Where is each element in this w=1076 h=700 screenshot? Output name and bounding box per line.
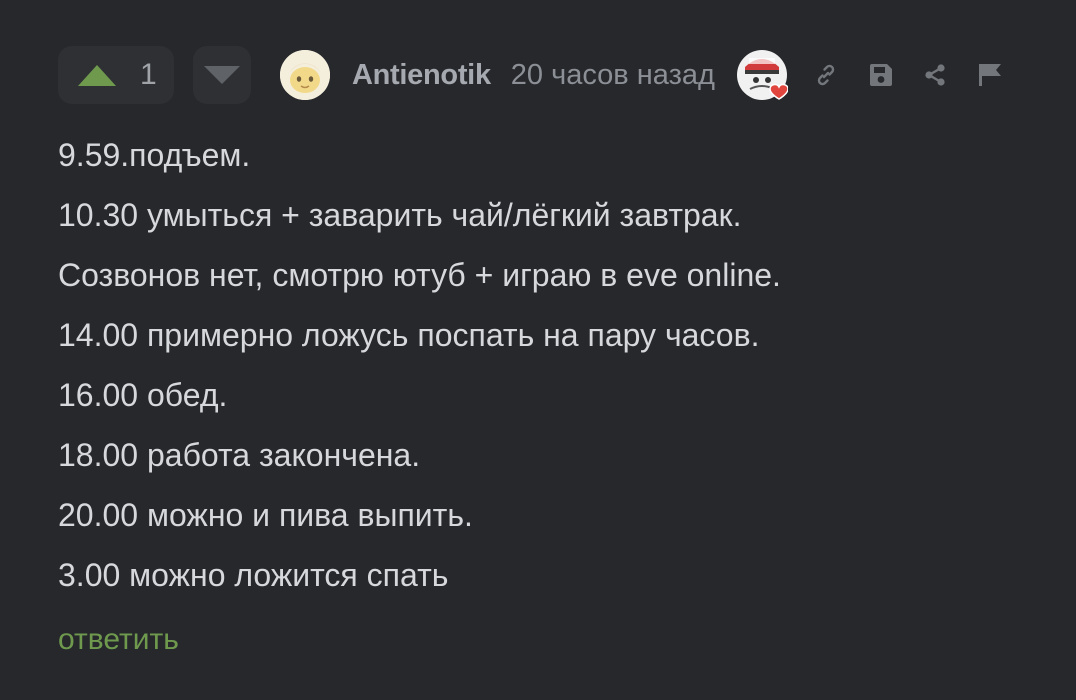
comment-line: 16.00 обед. bbox=[58, 377, 228, 413]
comment-line: 9.59.подъем. bbox=[58, 137, 251, 173]
downvote-button[interactable] bbox=[193, 46, 251, 104]
comment-header: 1 Antienotik 20 часов назад bbox=[58, 45, 1005, 105]
share-icon bbox=[925, 64, 945, 86]
user-badge-icon[interactable] bbox=[736, 49, 789, 101]
avatar[interactable] bbox=[280, 50, 330, 100]
author-name[interactable]: Antienotik bbox=[352, 59, 491, 92]
arrow-down-icon bbox=[204, 66, 240, 84]
comment-line: Созвонов нет, смотрю ютуб + играю в eve … bbox=[58, 257, 781, 293]
comment-line: 14.00 примерно ложусь поспать на пару ча… bbox=[58, 317, 760, 353]
save-button[interactable] bbox=[866, 60, 896, 90]
reply-link[interactable]: ответить bbox=[58, 612, 179, 668]
comment: 1 Antienotik 20 часов назад 9.59.подъем.… bbox=[0, 0, 1076, 700]
comment-time[interactable]: 20 часов назад bbox=[511, 59, 715, 92]
arrow-up-icon bbox=[78, 64, 116, 86]
save-icon bbox=[869, 64, 892, 86]
avatar-image bbox=[280, 50, 330, 100]
report-button[interactable] bbox=[975, 60, 1005, 90]
upvote-button[interactable]: 1 bbox=[58, 46, 174, 104]
comment-line: 20.00 можно и пива выпить. bbox=[58, 497, 473, 533]
comment-line: 3.00 можно ложится спать bbox=[58, 557, 449, 593]
comment-line: 10.30 умыться + заварить чай/лёгкий завт… bbox=[58, 197, 742, 233]
vote-count: 1 bbox=[140, 58, 157, 91]
link-icon bbox=[817, 64, 835, 86]
comment-line: 18.00 работа закончена. bbox=[58, 437, 421, 473]
comment-body: 9.59.подъем. 10.30 умыться + заварить ча… bbox=[58, 125, 781, 605]
flag-icon bbox=[978, 64, 1001, 86]
link-button[interactable] bbox=[811, 60, 841, 90]
share-button[interactable] bbox=[920, 60, 950, 90]
